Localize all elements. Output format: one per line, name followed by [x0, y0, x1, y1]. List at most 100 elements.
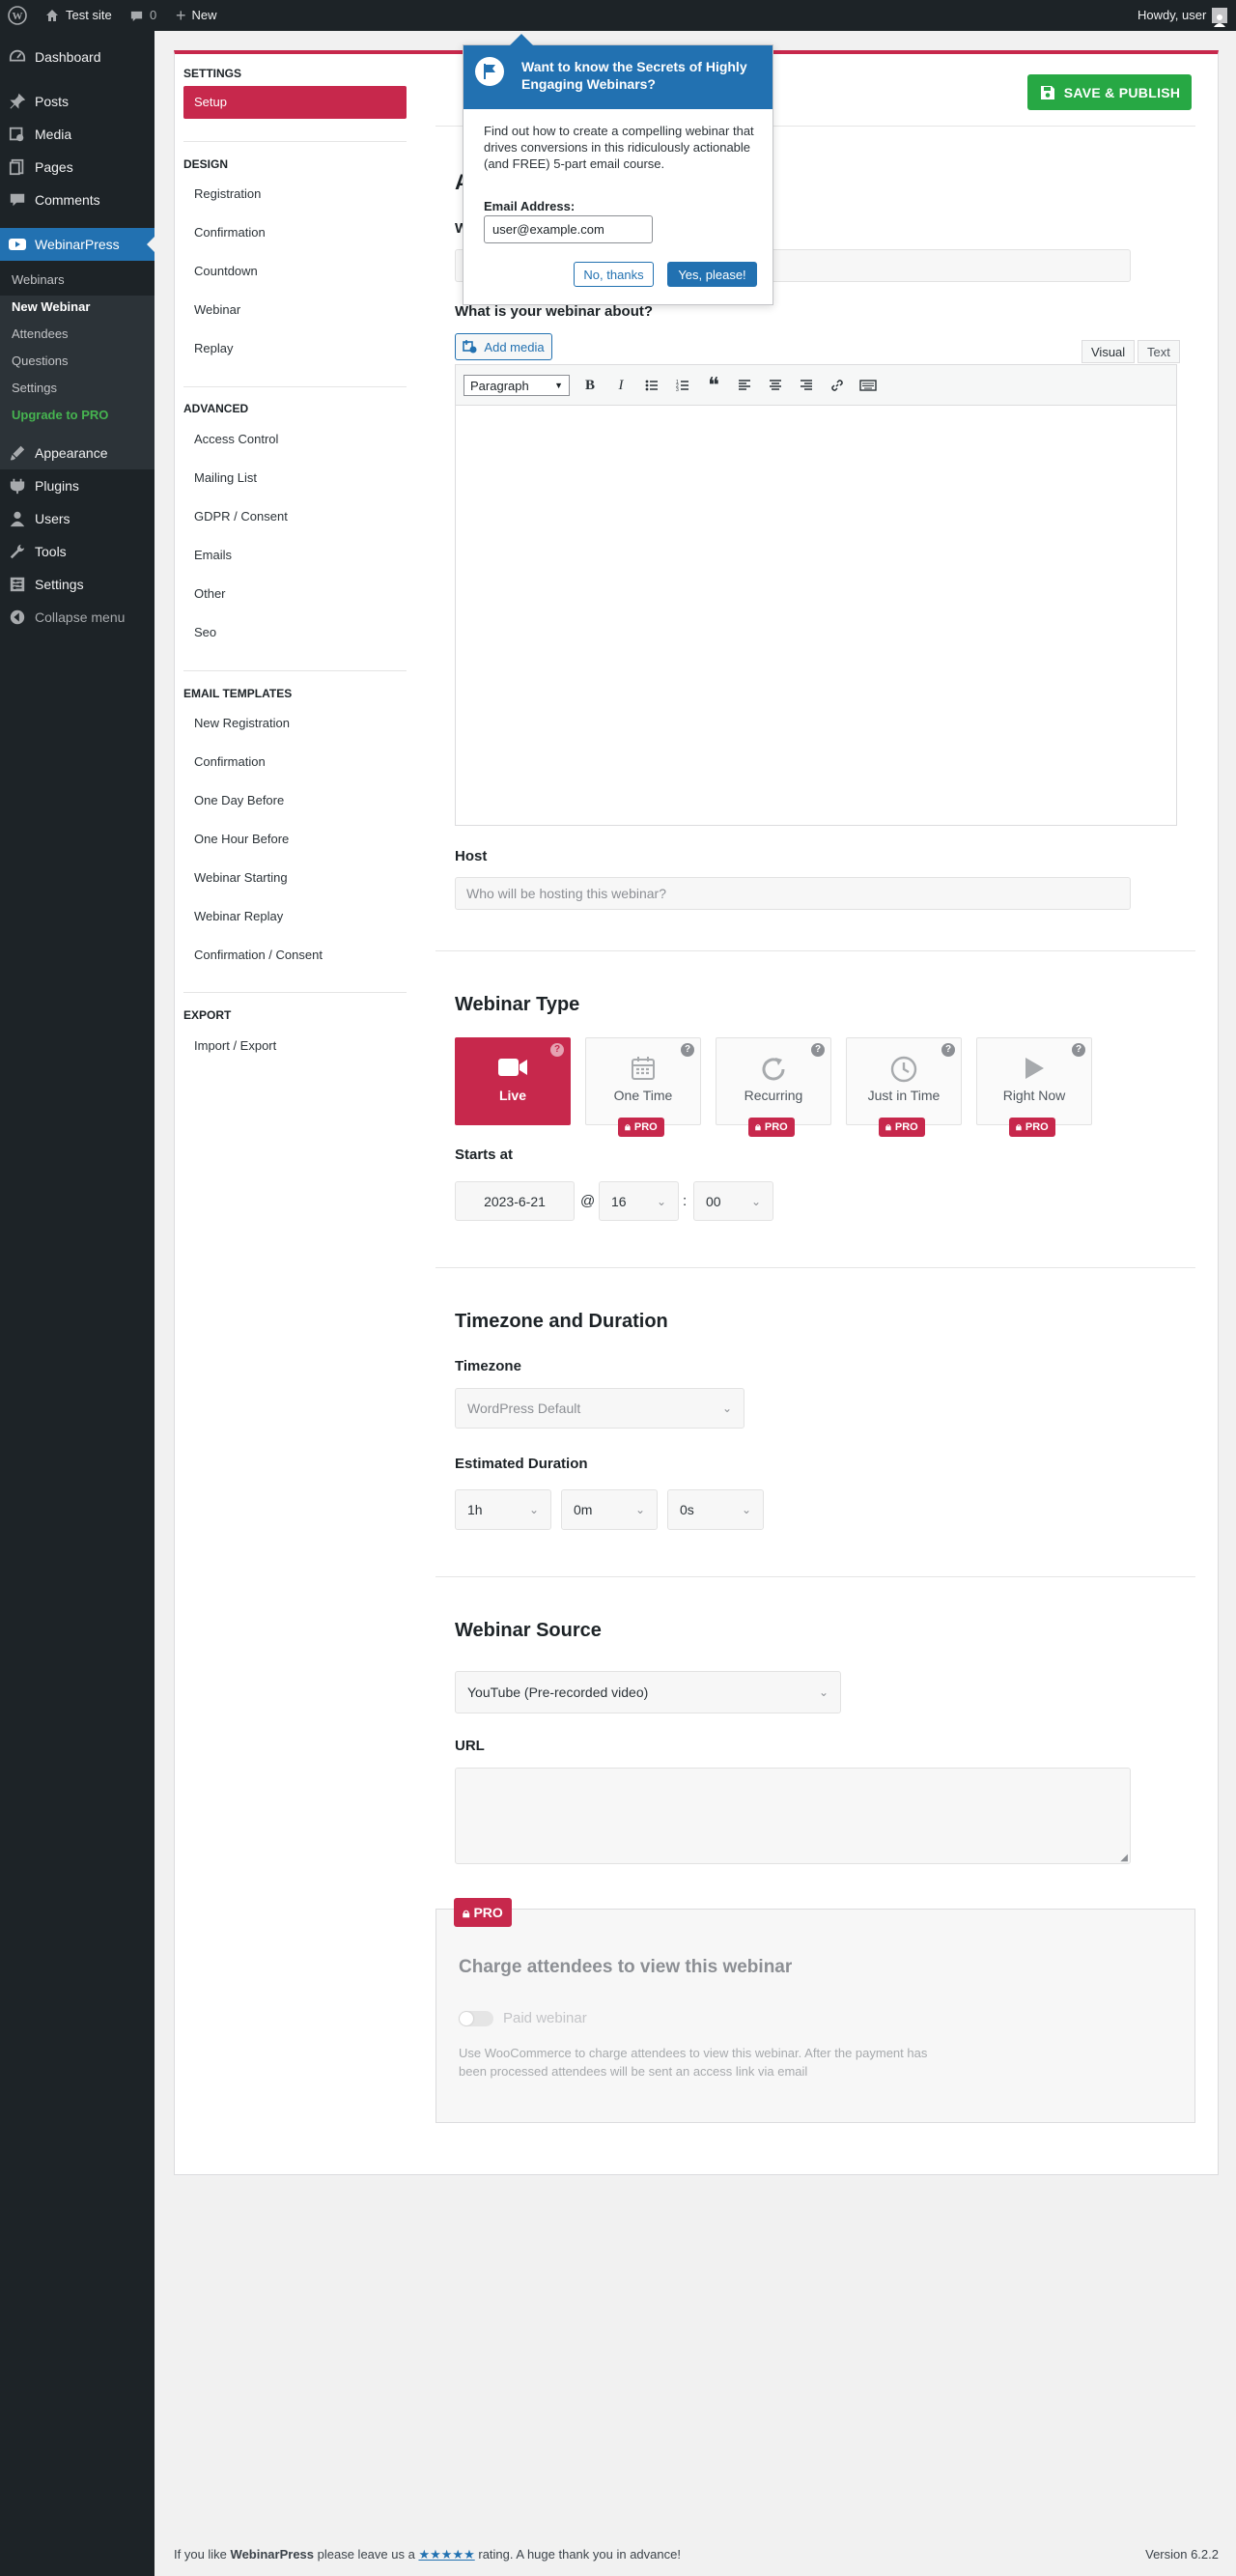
duration-seconds-select[interactable]: 0s ⌄ — [667, 1489, 764, 1530]
help-icon[interactable]: ? — [550, 1043, 564, 1057]
no-thanks-button[interactable]: No, thanks — [574, 262, 654, 287]
menu-webinarpress[interactable]: WebinarPress — [0, 228, 154, 261]
nav-replay[interactable]: Replay — [183, 332, 407, 365]
format-select[interactable]: Paragraph ▼ — [464, 375, 570, 396]
submenu-new-webinar[interactable]: New Webinar — [12, 299, 90, 314]
host-input[interactable]: Who will be hosting this webinar? — [455, 877, 1131, 910]
tab-visual[interactable]: Visual — [1082, 340, 1136, 363]
nav-seo[interactable]: Seo — [183, 616, 407, 649]
nav-confirmation[interactable]: Confirmation — [183, 216, 407, 249]
type-card-right-now[interactable]: ? Right Now — [976, 1037, 1092, 1125]
pro-badge: 🔒︎ PRO — [618, 1118, 664, 1137]
bullet-list-icon[interactable] — [641, 375, 662, 396]
nav-gdpr-consent[interactable]: GDPR / Consent — [183, 500, 407, 533]
numbered-list-icon[interactable]: 123 — [672, 375, 693, 396]
nav-one-hour-before[interactable]: One Hour Before — [183, 823, 407, 856]
menu-plugins[interactable]: Plugins — [0, 469, 154, 502]
resize-handle-icon: ◢ — [1120, 1853, 1128, 1863]
help-icon[interactable]: ? — [1072, 1043, 1085, 1057]
nav-confirmation-consent[interactable]: Confirmation / Consent — [183, 939, 407, 972]
chevron-down-icon: ⌄ — [634, 1503, 645, 1516]
rating-stars-link[interactable]: ★★★★★ — [418, 2547, 474, 2562]
nav-access-control[interactable]: Access Control — [183, 423, 407, 456]
menu-collapse[interactable]: Collapse menu — [0, 601, 154, 634]
lock-icon: 🔒︎ — [463, 1904, 470, 1920]
help-icon[interactable]: ? — [681, 1043, 694, 1057]
submenu-upgrade-pro[interactable]: Upgrade to PRO — [12, 408, 108, 422]
timezone-select[interactable]: WordPress Default ⌄ — [455, 1388, 744, 1429]
type-label: One Time — [613, 1088, 673, 1103]
italic-icon[interactable]: I — [610, 375, 632, 396]
add-media-button[interactable]: Add media — [455, 333, 552, 360]
menu-tools[interactable]: Tools — [0, 535, 154, 568]
type-card-recurring[interactable]: ? Recurring — [716, 1037, 831, 1125]
nav-webinar-replay[interactable]: Webinar Replay — [183, 900, 407, 933]
comments-link[interactable]: 0 — [129, 0, 156, 31]
comments-count: 0 — [150, 8, 157, 22]
menu-posts[interactable]: Posts — [0, 85, 154, 118]
nav-email-confirmation[interactable]: Confirmation — [183, 746, 407, 778]
bold-icon[interactable]: B — [579, 375, 601, 396]
duration-hours-select[interactable]: 1h ⌄ — [455, 1489, 551, 1530]
account-menu[interactable]: Howdy, user — [1138, 0, 1228, 31]
submenu-attendees[interactable]: Attendees — [12, 326, 69, 341]
link-icon[interactable] — [827, 375, 848, 396]
start-hour-select[interactable]: 16 ⌄ — [599, 1181, 679, 1221]
menu-media[interactable]: Media — [0, 118, 154, 151]
align-left-icon[interactable] — [734, 375, 755, 396]
align-right-icon[interactable] — [796, 375, 817, 396]
start-minute-select[interactable]: 00 ⌄ — [693, 1181, 773, 1221]
url-label: URL — [455, 1738, 485, 1754]
url-textarea[interactable]: ◢ — [455, 1768, 1131, 1864]
nav-new-registration[interactable]: New Registration — [183, 707, 407, 740]
minute-value: 00 — [706, 1193, 721, 1209]
nav-countdown[interactable]: Countdown — [183, 255, 407, 288]
menu-comments[interactable]: Comments — [0, 184, 154, 216]
popup-body: Find out how to create a compelling webi… — [484, 124, 754, 171]
starts-at-label: Starts at — [455, 1146, 514, 1163]
plugin-icon — [0, 477, 35, 495]
submenu-webinars[interactable]: Webinars — [12, 272, 65, 287]
menu-dashboard[interactable]: Dashboard — [0, 41, 154, 73]
nav-other[interactable]: Other — [183, 578, 407, 610]
menu-pages[interactable]: Pages — [0, 151, 154, 184]
save-publish-button[interactable]: SAVE & PUBLISH — [1027, 74, 1192, 110]
content-editor[interactable]: Paragraph ▼ B I 123 ❝ — [455, 364, 1177, 826]
duration-minutes-select[interactable]: 0m ⌄ — [561, 1489, 658, 1530]
help-icon[interactable]: ? — [941, 1043, 955, 1057]
toolbar-toggle-icon[interactable] — [857, 375, 879, 396]
type-card-just-in-time[interactable]: ? Just in Time — [846, 1037, 962, 1125]
menu-users[interactable]: Users — [0, 502, 154, 535]
chevron-down-icon: ⌄ — [656, 1194, 666, 1208]
new-content-link[interactable]: + New — [176, 0, 217, 31]
nav-registration[interactable]: Registration — [183, 178, 407, 211]
webinar-source-select[interactable]: YouTube (Pre-recorded video) ⌄ — [455, 1671, 841, 1713]
start-date-input[interactable]: 2023-6-21 — [455, 1181, 575, 1221]
editor-toolbar: Paragraph ▼ B I 123 ❝ — [456, 365, 1176, 406]
yes-please-button[interactable]: Yes, please! — [667, 262, 757, 287]
menu-label: Dashboard — [35, 49, 101, 65]
site-link[interactable]: Test site — [44, 0, 112, 31]
type-card-one-time[interactable]: ? One Time — [585, 1037, 701, 1125]
nav-emails[interactable]: Emails — [183, 539, 407, 572]
nav-mailing-list[interactable]: Mailing List — [183, 462, 407, 495]
wordpress-logo-icon[interactable]: W — [8, 0, 27, 31]
email-input[interactable]: user@example.com — [484, 215, 653, 243]
align-center-icon[interactable] — [765, 375, 786, 396]
submenu-settings[interactable]: Settings — [12, 381, 57, 395]
type-card-live[interactable]: ? Live — [455, 1037, 571, 1125]
nav-webinar[interactable]: Webinar — [183, 294, 407, 326]
nav-setup[interactable]: Setup — [183, 86, 407, 119]
paid-webinar-toggle[interactable] — [459, 2011, 493, 2026]
menu-settings[interactable]: Settings — [0, 568, 154, 601]
menu-label: Appearance — [35, 445, 108, 461]
nav-one-day-before[interactable]: One Day Before — [183, 784, 407, 817]
tab-text[interactable]: Text — [1138, 340, 1180, 363]
blockquote-icon[interactable]: ❝ — [703, 373, 724, 397]
nav-import-export[interactable]: Import / Export — [183, 1030, 407, 1062]
svg-text:3: 3 — [676, 387, 679, 393]
nav-webinar-starting[interactable]: Webinar Starting — [183, 862, 407, 894]
menu-appearance[interactable]: Appearance — [0, 437, 154, 469]
help-icon[interactable]: ? — [811, 1043, 825, 1057]
submenu-questions[interactable]: Questions — [12, 354, 69, 368]
